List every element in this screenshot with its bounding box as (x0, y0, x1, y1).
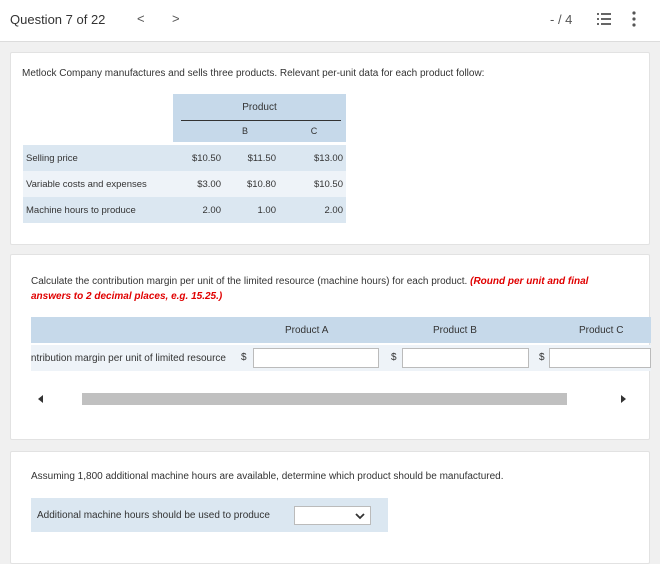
next-question-button[interactable]: > (172, 11, 180, 26)
part2-question: Assuming 1,800 additional machine hours … (31, 471, 504, 482)
table-header-blank: A (23, 94, 206, 142)
horizontal-scrollbar[interactable] (31, 392, 631, 406)
answer-table-header: Product A Product B Product C (31, 317, 651, 343)
scroll-right-icon[interactable] (619, 394, 627, 404)
header-product-a: Product A (285, 325, 329, 336)
cell-value: $10.80 (246, 179, 276, 190)
row-label: Variable costs and expenses (26, 179, 147, 190)
instruction-text: Calculate the contribution margin per un… (31, 276, 468, 287)
header-divider (181, 120, 341, 121)
table-row: Variable costs and expenses $3.00 $10.80… (23, 171, 346, 197)
product-c-answer-input[interactable] (549, 348, 651, 368)
top-bar: Question 7 of 22 < > - / 4 (0, 0, 660, 42)
part1-card: Calculate the contribution margin per un… (10, 254, 651, 440)
intro-text: Metlock Company manufactures and sells t… (22, 68, 485, 79)
currency-symbol: $ (391, 352, 397, 363)
product-data-table: A Product B C Selling price $10.50 $11.5… (23, 94, 346, 223)
answer-row: Contribution margin per unit of limited … (31, 345, 651, 371)
scrollbar-thumb[interactable] (82, 393, 567, 405)
header-product-c: Product C (579, 325, 624, 336)
table-row: Selling price $10.50 $11.50 $13.00 (23, 145, 346, 171)
table-row: Machine hours to produce 2.00 1.00 2.00 (23, 197, 346, 223)
score-display: - / 4 (550, 12, 573, 27)
currency-symbol: $ (241, 352, 247, 363)
cell-value: $10.50 (313, 179, 343, 190)
product-group-title: Product (242, 102, 277, 113)
column-header-b: B (241, 126, 248, 136)
cell-value: 2.00 (324, 205, 344, 216)
cell-value: $10.50 (191, 153, 221, 164)
product-b-answer-input[interactable] (402, 348, 529, 368)
scroll-left-icon[interactable] (37, 394, 45, 404)
previous-question-button[interactable]: < (137, 11, 145, 26)
cell-value: $11.50 (247, 153, 276, 164)
cell-value: $13.00 (313, 153, 343, 164)
currency-symbol: $ (539, 352, 545, 363)
chevron-down-icon (355, 513, 365, 520)
column-header-c: C (310, 126, 318, 136)
problem-data-card: Metlock Company manufactures and sells t… (10, 52, 650, 245)
product-a-answer-input[interactable] (253, 348, 379, 368)
row-label: Machine hours to produce (26, 205, 136, 216)
cell-value: 2.00 (202, 205, 222, 216)
more-vertical-icon[interactable] (631, 11, 637, 27)
part2-card: Assuming 1,800 additional machine hours … (10, 451, 650, 564)
row-label: Selling price (26, 153, 78, 164)
header-product-b: Product B (433, 325, 477, 336)
list-icon[interactable] (597, 12, 611, 26)
product-select-dropdown[interactable] (294, 506, 371, 525)
cell-value: 1.00 (257, 205, 277, 216)
question-counter: Question 7 of 22 (10, 12, 106, 27)
product-choice-label: Additional machine hours should be used … (37, 510, 270, 521)
product-group-header: Product B C (173, 94, 346, 142)
part1-instruction: Calculate the contribution margin per un… (31, 274, 631, 304)
product-choice-row: Additional machine hours should be used … (31, 498, 388, 532)
cell-value: $3.00 (197, 179, 221, 190)
answer-row-label: Contribution margin per unit of limited … (31, 353, 226, 364)
